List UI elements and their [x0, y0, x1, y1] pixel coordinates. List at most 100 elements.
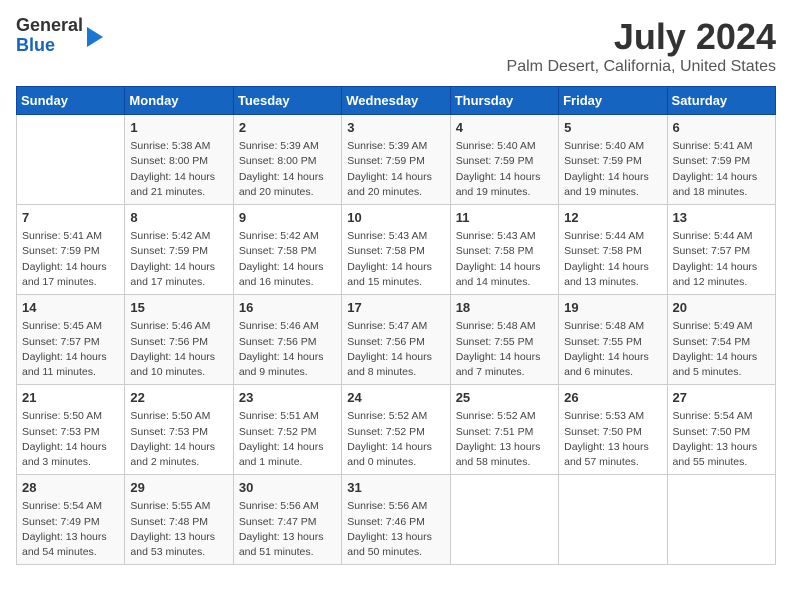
day-info: Sunrise: 5:46 AM Sunset: 7:56 PM Dayligh…	[130, 319, 227, 380]
logo-arrow-icon	[87, 27, 103, 47]
day-info: Sunrise: 5:51 AM Sunset: 7:52 PM Dayligh…	[239, 409, 336, 470]
calendar-cell: 16 Sunrise: 5:46 AM Sunset: 7:56 PM Dayli…	[233, 295, 341, 385]
day-info: Sunrise: 5:41 AM Sunset: 7:59 PM Dayligh…	[22, 229, 119, 290]
calendar-cell: 30 Sunrise: 5:56 AM Sunset: 7:47 PM Dayli…	[233, 475, 341, 565]
logo-text: General Blue	[16, 16, 83, 56]
calendar-cell: 26 Sunrise: 5:53 AM Sunset: 7:50 PM Dayli…	[559, 385, 667, 475]
column-header-saturday: Saturday	[667, 87, 775, 115]
day-number: 29	[130, 479, 227, 497]
calendar-cell: 10Sunrise: 5:43 AM Sunset: 7:58 PM Dayli…	[342, 205, 450, 295]
day-info: Sunrise: 5:42 AM Sunset: 7:59 PM Dayligh…	[130, 229, 227, 290]
day-number: 24	[347, 389, 444, 407]
calendar-cell: 7 Sunrise: 5:41 AM Sunset: 7:59 PM Daylig…	[17, 205, 125, 295]
column-header-sunday: Sunday	[17, 87, 125, 115]
day-number: 26	[564, 389, 661, 407]
day-number: 13	[673, 209, 770, 227]
day-info: Sunrise: 5:52 AM Sunset: 7:51 PM Dayligh…	[456, 409, 553, 470]
calendar-cell: 27 Sunrise: 5:54 AM Sunset: 7:50 PM Dayli…	[667, 385, 775, 475]
day-number: 20	[673, 299, 770, 317]
calendar-cell: 8Sunrise: 5:42 AM Sunset: 7:59 PM Daylig…	[125, 205, 233, 295]
calendar-cell: 25 Sunrise: 5:52 AM Sunset: 7:51 PM Dayli…	[450, 385, 558, 475]
calendar-week-row: 7 Sunrise: 5:41 AM Sunset: 7:59 PM Daylig…	[17, 205, 776, 295]
calendar-cell: 28 Sunrise: 5:54 AM Sunset: 7:49 PM Dayli…	[17, 475, 125, 565]
day-number: 5	[564, 119, 661, 137]
day-number: 10	[347, 209, 444, 227]
column-header-friday: Friday	[559, 87, 667, 115]
day-info: Sunrise: 5:52 AM Sunset: 7:52 PM Dayligh…	[347, 409, 444, 470]
day-number: 25	[456, 389, 553, 407]
column-header-wednesday: Wednesday	[342, 87, 450, 115]
calendar-cell: 22 Sunrise: 5:50 AM Sunset: 7:53 PM Dayli…	[125, 385, 233, 475]
day-info: Sunrise: 5:46 AM Sunset: 7:56 PM Dayligh…	[239, 319, 336, 380]
day-info: Sunrise: 5:49 AM Sunset: 7:54 PM Dayligh…	[673, 319, 770, 380]
day-info: Sunrise: 5:40 AM Sunset: 7:59 PM Dayligh…	[564, 139, 661, 200]
calendar-cell: 2 Sunrise: 5:39 AM Sunset: 8:00 PM Daylig…	[233, 115, 341, 205]
day-number: 31	[347, 479, 444, 497]
title-block: July 2024 Palm Desert, California, Unite…	[507, 16, 776, 76]
day-number: 17	[347, 299, 444, 317]
calendar-table: SundayMondayTuesdayWednesdayThursdayFrid…	[16, 86, 776, 565]
logo-blue: Blue	[16, 35, 55, 55]
calendar-cell: 9Sunrise: 5:42 AM Sunset: 7:58 PM Daylig…	[233, 205, 341, 295]
day-number: 3	[347, 119, 444, 137]
day-info: Sunrise: 5:54 AM Sunset: 7:50 PM Dayligh…	[673, 409, 770, 470]
calendar-week-row: 21 Sunrise: 5:50 AM Sunset: 7:53 PM Dayli…	[17, 385, 776, 475]
calendar-cell: 24 Sunrise: 5:52 AM Sunset: 7:52 PM Dayli…	[342, 385, 450, 475]
calendar-cell: 21 Sunrise: 5:50 AM Sunset: 7:53 PM Dayli…	[17, 385, 125, 475]
day-number: 28	[22, 479, 119, 497]
day-number: 2	[239, 119, 336, 137]
calendar-cell: 20 Sunrise: 5:49 AM Sunset: 7:54 PM Dayli…	[667, 295, 775, 385]
day-number: 21	[22, 389, 119, 407]
column-header-thursday: Thursday	[450, 87, 558, 115]
calendar-cell: 4Sunrise: 5:40 AM Sunset: 7:59 PM Daylig…	[450, 115, 558, 205]
calendar-cell: 3Sunrise: 5:39 AM Sunset: 7:59 PM Daylig…	[342, 115, 450, 205]
day-number: 4	[456, 119, 553, 137]
day-info: Sunrise: 5:54 AM Sunset: 7:49 PM Dayligh…	[22, 499, 119, 560]
calendar-cell: 12Sunrise: 5:44 AM Sunset: 7:58 PM Dayli…	[559, 205, 667, 295]
day-info: Sunrise: 5:44 AM Sunset: 7:58 PM Dayligh…	[564, 229, 661, 290]
calendar-cell: 11 Sunrise: 5:43 AM Sunset: 7:58 PM Dayli…	[450, 205, 558, 295]
day-number: 30	[239, 479, 336, 497]
calendar-cell: 13 Sunrise: 5:44 AM Sunset: 7:57 PM Dayli…	[667, 205, 775, 295]
logo-general: General	[16, 15, 83, 35]
day-info: Sunrise: 5:50 AM Sunset: 7:53 PM Dayligh…	[22, 409, 119, 470]
calendar-cell	[667, 475, 775, 565]
calendar-cell	[559, 475, 667, 565]
day-info: Sunrise: 5:48 AM Sunset: 7:55 PM Dayligh…	[564, 319, 661, 380]
calendar-cell: 15 Sunrise: 5:46 AM Sunset: 7:56 PM Dayli…	[125, 295, 233, 385]
day-number: 27	[673, 389, 770, 407]
calendar-title: July 2024	[507, 16, 776, 58]
calendar-cell: 5 Sunrise: 5:40 AM Sunset: 7:59 PM Daylig…	[559, 115, 667, 205]
day-number: 11	[456, 209, 553, 227]
day-number: 9	[239, 209, 336, 227]
calendar-week-row: 1Sunrise: 5:38 AM Sunset: 8:00 PM Daylig…	[17, 115, 776, 205]
day-number: 22	[130, 389, 227, 407]
calendar-cell: 29Sunrise: 5:55 AM Sunset: 7:48 PM Dayli…	[125, 475, 233, 565]
calendar-cell: 23 Sunrise: 5:51 AM Sunset: 7:52 PM Dayli…	[233, 385, 341, 475]
day-number: 15	[130, 299, 227, 317]
day-info: Sunrise: 5:56 AM Sunset: 7:46 PM Dayligh…	[347, 499, 444, 560]
day-info: Sunrise: 5:39 AM Sunset: 8:00 PM Dayligh…	[239, 139, 336, 200]
calendar-cell: 31 Sunrise: 5:56 AM Sunset: 7:46 PM Dayli…	[342, 475, 450, 565]
day-info: Sunrise: 5:44 AM Sunset: 7:57 PM Dayligh…	[673, 229, 770, 290]
day-info: Sunrise: 5:53 AM Sunset: 7:50 PM Dayligh…	[564, 409, 661, 470]
day-number: 14	[22, 299, 119, 317]
day-info: Sunrise: 5:45 AM Sunset: 7:57 PM Dayligh…	[22, 319, 119, 380]
day-number: 19	[564, 299, 661, 317]
day-info: Sunrise: 5:47 AM Sunset: 7:56 PM Dayligh…	[347, 319, 444, 380]
day-number: 1	[130, 119, 227, 137]
calendar-cell: 14 Sunrise: 5:45 AM Sunset: 7:57 PM Dayli…	[17, 295, 125, 385]
day-info: Sunrise: 5:50 AM Sunset: 7:53 PM Dayligh…	[130, 409, 227, 470]
day-info: Sunrise: 5:48 AM Sunset: 7:55 PM Dayligh…	[456, 319, 553, 380]
day-number: 7	[22, 209, 119, 227]
calendar-subtitle: Palm Desert, California, United States	[507, 58, 776, 76]
day-number: 16	[239, 299, 336, 317]
calendar-week-row: 14 Sunrise: 5:45 AM Sunset: 7:57 PM Dayli…	[17, 295, 776, 385]
page-header: General Blue July 2024 Palm Desert, Cali…	[16, 16, 776, 76]
day-info: Sunrise: 5:56 AM Sunset: 7:47 PM Dayligh…	[239, 499, 336, 560]
logo: General Blue	[16, 16, 103, 56]
day-info: Sunrise: 5:41 AM Sunset: 7:59 PM Dayligh…	[673, 139, 770, 200]
day-info: Sunrise: 5:43 AM Sunset: 7:58 PM Dayligh…	[456, 229, 553, 290]
day-number: 23	[239, 389, 336, 407]
day-number: 6	[673, 119, 770, 137]
